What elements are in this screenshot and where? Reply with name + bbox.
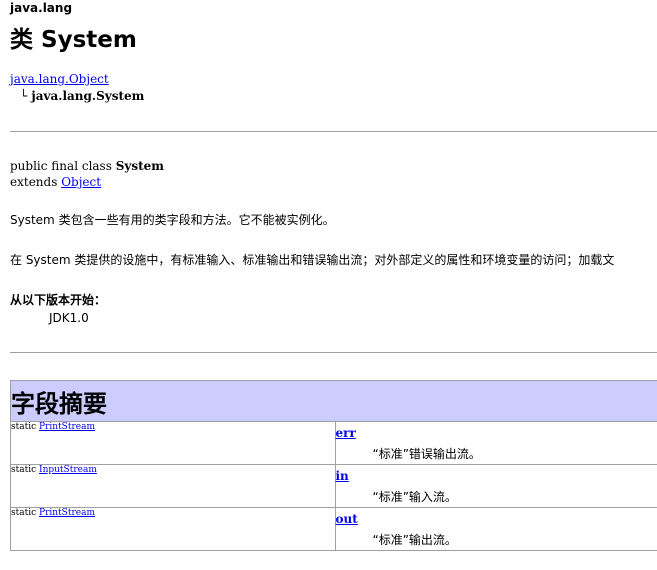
divider	[10, 131, 657, 132]
field-detail-cell: out “标准”输出流。	[334, 507, 657, 551]
field-modifier: static	[11, 422, 37, 432]
extends-declaration: extends Object	[10, 175, 101, 189]
field-name-link[interactable]: err	[336, 426, 356, 440]
hierarchy-parent: java.lang.Object	[10, 72, 109, 86]
hierarchy-child-name: java.lang.System	[31, 89, 145, 103]
tree-branch-icon: └	[20, 89, 28, 103]
table-row: static InputStream in “标准”输入流。	[10, 464, 657, 508]
field-name-link[interactable]: in	[336, 469, 349, 483]
package-name: java.lang	[10, 1, 73, 15]
field-detail-cell: err “标准”错误输出流。	[334, 421, 657, 465]
field-modifier-cell: static PrintStream	[10, 507, 336, 551]
field-name-link[interactable]: out	[336, 512, 358, 526]
extends-label: extends	[10, 175, 62, 189]
field-type-link[interactable]: PrintStream	[39, 508, 95, 518]
field-description: “标准”输出流。	[372, 533, 457, 547]
field-description: “标准”错误输出流。	[372, 447, 481, 461]
field-type-link[interactable]: PrintStream	[39, 422, 95, 432]
since-value: JDK1.0	[49, 311, 89, 325]
field-modifier: static	[11, 508, 37, 518]
page-title: 类 System	[10, 27, 137, 53]
declaration-prefix: public final class	[10, 159, 116, 173]
table-row: static PrintStream err “标准”错误输出流。	[10, 421, 657, 465]
field-summary-table: 字段摘要 static PrintStream err “标准”错误输出流。 s…	[10, 380, 657, 551]
divider	[10, 352, 657, 353]
field-detail-cell: in “标准”输入流。	[334, 464, 657, 508]
field-summary-heading: 字段摘要	[10, 380, 657, 422]
field-modifier-cell: static InputStream	[10, 464, 336, 508]
object-link[interactable]: java.lang.Object	[10, 72, 109, 86]
class-declaration: public final class System	[10, 159, 164, 173]
description-line-2: 在 System 类提供的设施中，有标准输入、标准输出和错误输出流；对外部定义的…	[10, 253, 615, 267]
since-label: 从以下版本开始：	[10, 293, 107, 307]
field-description: “标准”输入流。	[372, 490, 457, 504]
field-modifier: static	[11, 465, 37, 475]
field-modifier-cell: static PrintStream	[10, 421, 336, 465]
description-line-1: System 类包含一些有用的类字段和方法。它不能被实例化。	[10, 213, 335, 227]
hierarchy-child: └ java.lang.System	[20, 89, 144, 103]
extends-object-link[interactable]: Object	[61, 175, 101, 189]
class-name: System	[115, 159, 164, 173]
table-row: static PrintStream out “标准”输出流。	[10, 507, 657, 551]
field-type-link[interactable]: InputStream	[39, 465, 97, 475]
